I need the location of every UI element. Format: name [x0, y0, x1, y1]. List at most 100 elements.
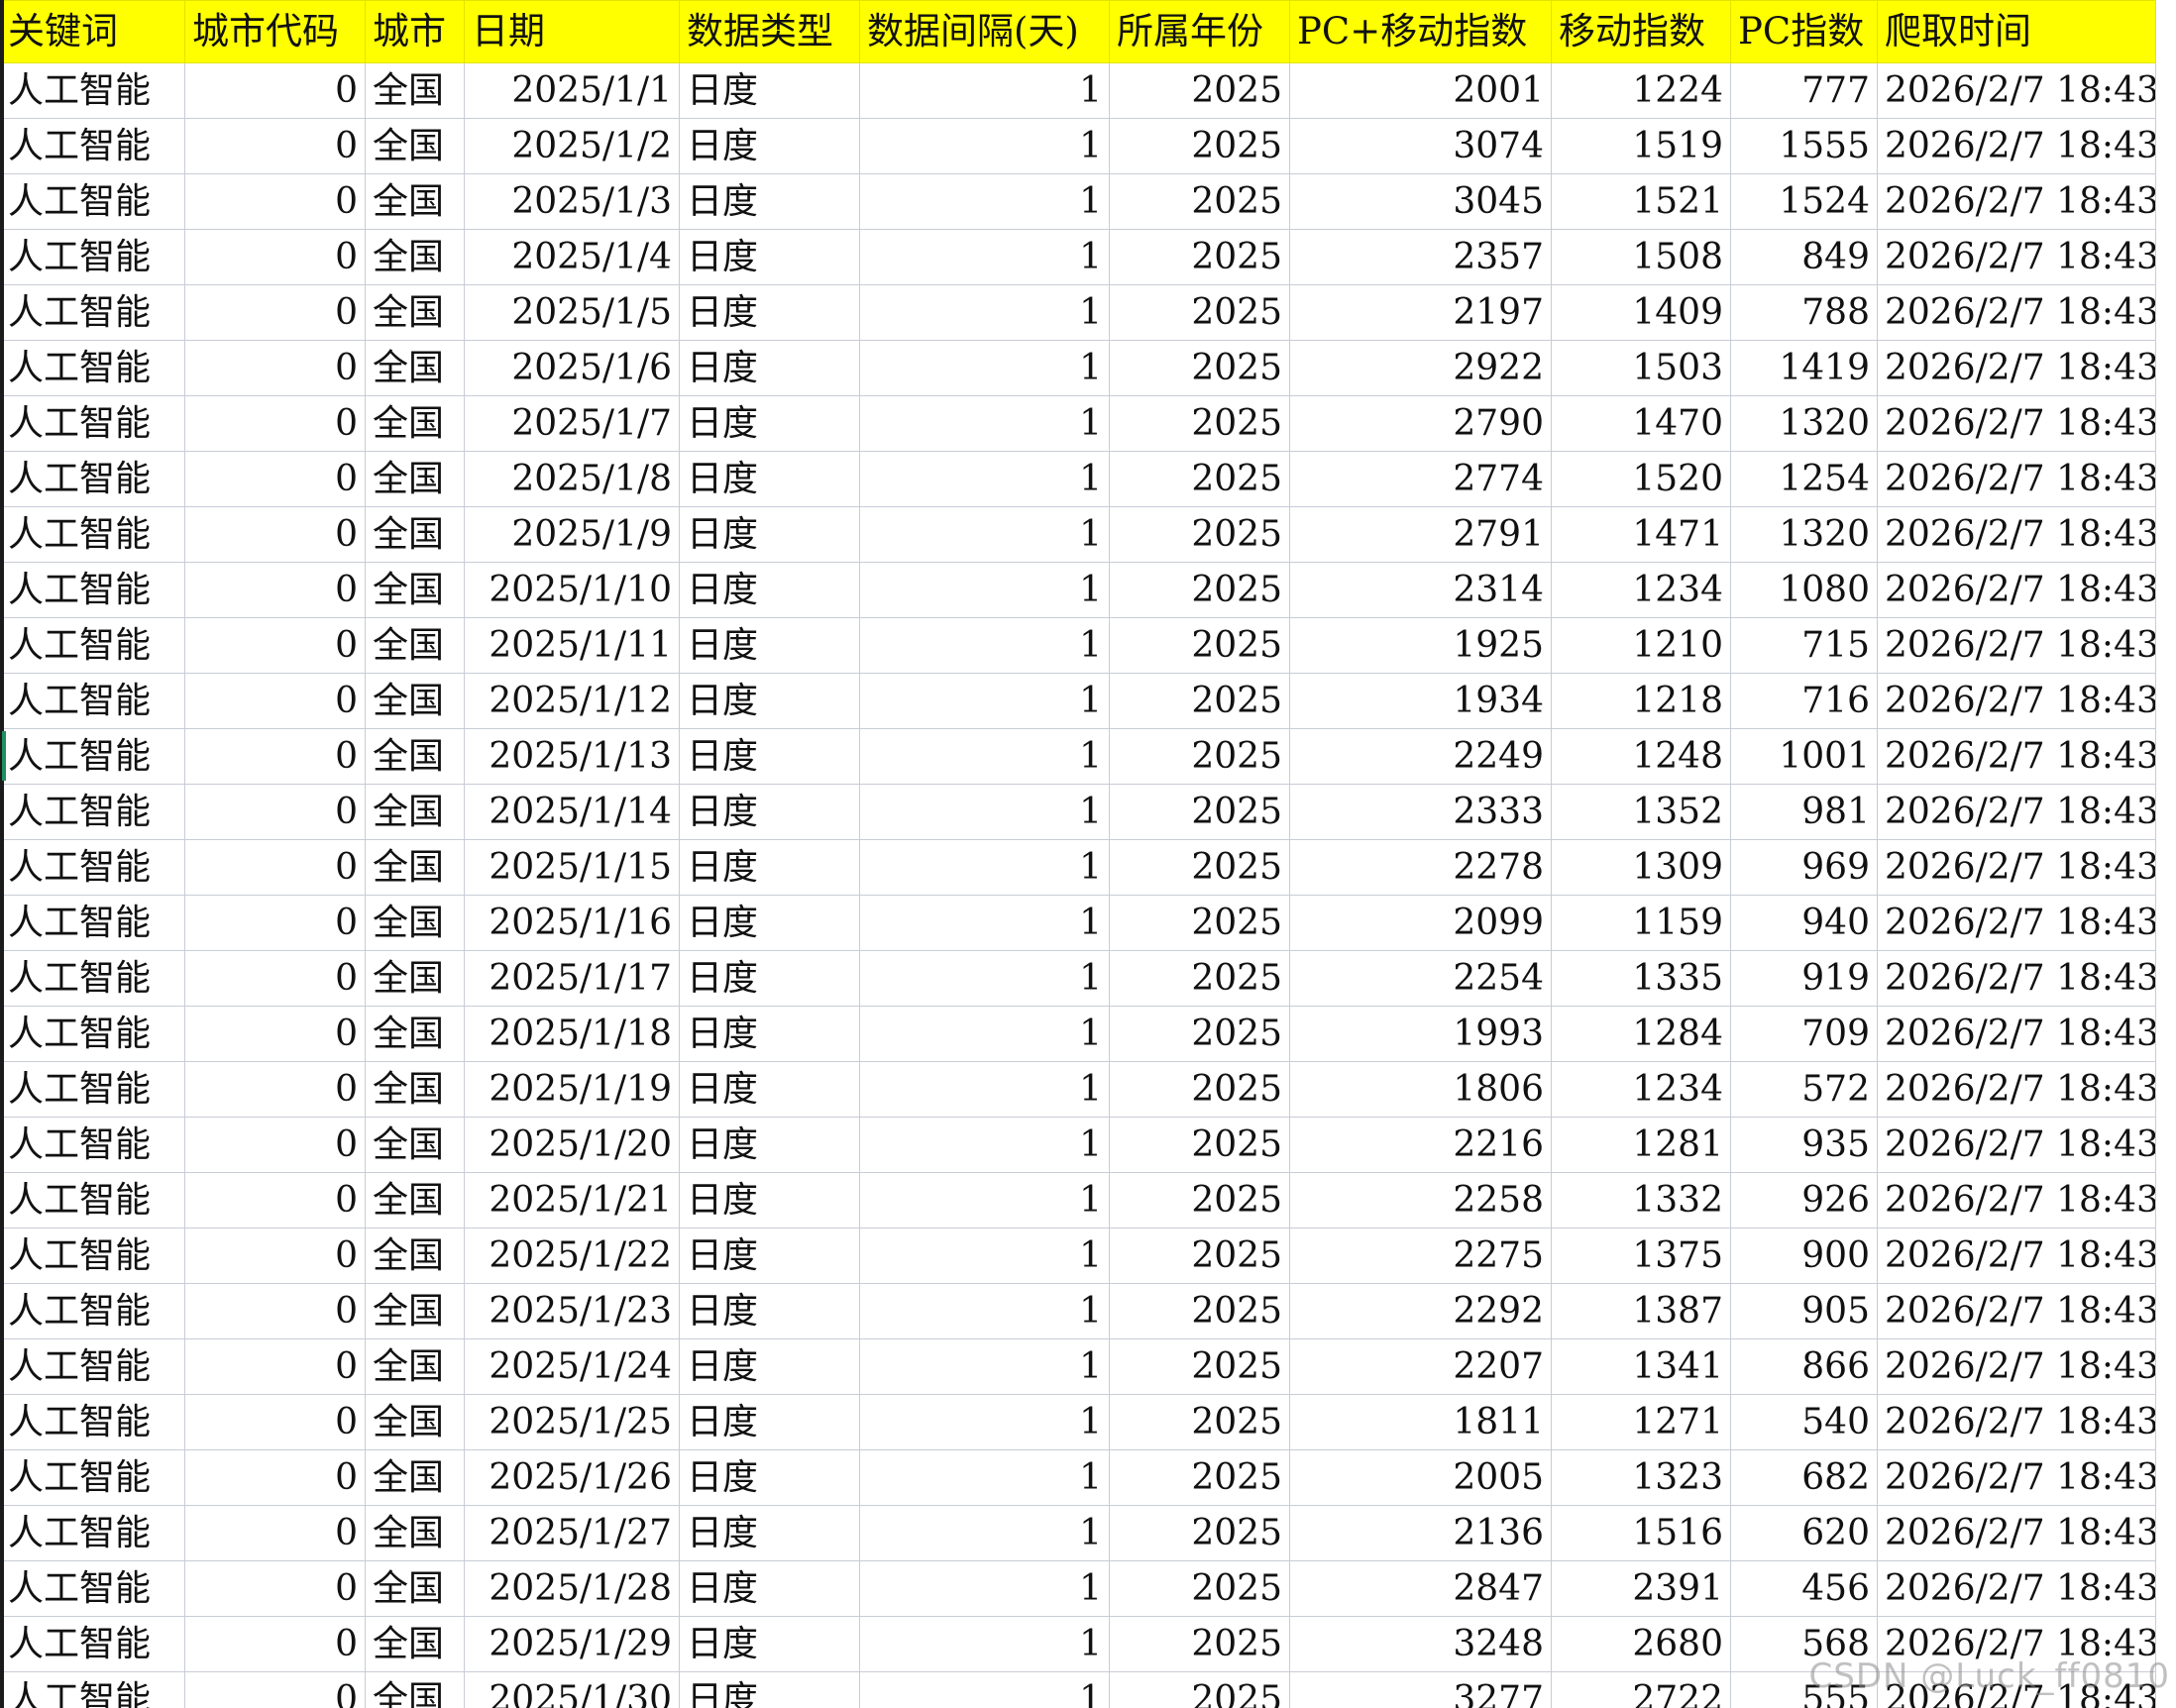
cell-pc-mobile-index[interactable]: 1925: [1289, 617, 1552, 674]
cell-interval[interactable]: 1: [859, 1505, 1110, 1561]
cell-pc-index[interactable]: 715: [1730, 617, 1878, 674]
cell-year[interactable]: 2025: [1109, 1228, 1290, 1284]
cell-year[interactable]: 2025: [1109, 1172, 1290, 1228]
cell-pc-mobile-index[interactable]: 2847: [1289, 1560, 1552, 1617]
cell-data-type[interactable]: 日度: [679, 1228, 860, 1284]
cell-crawl-time[interactable]: 2026/2/7 18:43: [1877, 1006, 2156, 1062]
cell-data-type[interactable]: 日度: [679, 62, 860, 119]
cell-pc-mobile-index[interactable]: 2099: [1289, 895, 1552, 951]
cell-year[interactable]: 2025: [1109, 839, 1290, 896]
cell-keyword[interactable]: 人工智能: [0, 895, 185, 951]
cell-pc-mobile-index[interactable]: 1993: [1289, 1006, 1552, 1062]
cell-city-code[interactable]: 0: [184, 1117, 366, 1173]
cell-city-code[interactable]: 0: [184, 1061, 366, 1118]
cell-year[interactable]: 2025: [1109, 895, 1290, 951]
cell-data-type[interactable]: 日度: [679, 173, 860, 230]
cell-pc-mobile-index[interactable]: 2292: [1289, 1283, 1552, 1339]
cell-crawl-time[interactable]: 2026/2/7 18:43: [1877, 1338, 2156, 1395]
cell-crawl-time[interactable]: 2026/2/7 18:43: [1877, 1172, 2156, 1228]
cell-city[interactable]: 全国: [365, 1671, 465, 1708]
header-cell-interval[interactable]: 数据间隔(天): [859, 0, 1110, 63]
cell-year[interactable]: 2025: [1109, 1505, 1290, 1561]
cell-date[interactable]: 2025/1/11: [464, 617, 680, 674]
cell-city-code[interactable]: 0: [184, 395, 366, 452]
cell-pc-index[interactable]: 572: [1730, 1061, 1878, 1118]
cell-interval[interactable]: 1: [859, 1616, 1110, 1672]
header-cell-date[interactable]: 日期: [464, 0, 680, 63]
cell-data-type[interactable]: 日度: [679, 728, 860, 785]
cell-city-code[interactable]: 0: [184, 62, 366, 119]
cell-interval[interactable]: 1: [859, 1117, 1110, 1173]
cell-pc-index[interactable]: 456: [1730, 1560, 1878, 1617]
cell-data-type[interactable]: 日度: [679, 617, 860, 674]
cell-date[interactable]: 2025/1/5: [464, 284, 680, 341]
cell-pc-mobile-index[interactable]: 2357: [1289, 229, 1552, 285]
cell-city[interactable]: 全国: [365, 895, 465, 951]
cell-year[interactable]: 2025: [1109, 1671, 1290, 1708]
cell-year[interactable]: 2025: [1109, 1117, 1290, 1173]
cell-interval[interactable]: 1: [859, 506, 1110, 563]
cell-interval[interactable]: 1: [859, 673, 1110, 729]
cell-mobile-index[interactable]: 1520: [1551, 451, 1731, 507]
cell-keyword[interactable]: 人工智能: [0, 173, 185, 230]
cell-mobile-index[interactable]: 1210: [1551, 617, 1731, 674]
cell-pc-mobile-index[interactable]: 2005: [1289, 1449, 1552, 1506]
cell-city-code[interactable]: 0: [184, 1006, 366, 1062]
cell-keyword[interactable]: 人工智能: [0, 229, 185, 285]
cell-pc-mobile-index[interactable]: 3074: [1289, 118, 1552, 174]
cell-pc-mobile-index[interactable]: 2774: [1289, 451, 1552, 507]
cell-mobile-index[interactable]: 1503: [1551, 340, 1731, 396]
cell-pc-index[interactable]: 1419: [1730, 340, 1878, 396]
cell-mobile-index[interactable]: 1284: [1551, 1006, 1731, 1062]
cell-keyword[interactable]: 人工智能: [0, 395, 185, 452]
cell-pc-index[interactable]: 981: [1730, 784, 1878, 840]
cell-year[interactable]: 2025: [1109, 395, 1290, 452]
header-cell-city[interactable]: 城市: [365, 0, 465, 63]
cell-mobile-index[interactable]: 1508: [1551, 229, 1731, 285]
cell-mobile-index[interactable]: 1352: [1551, 784, 1731, 840]
cell-year[interactable]: 2025: [1109, 1338, 1290, 1395]
cell-city-code[interactable]: 0: [184, 118, 366, 174]
cell-data-type[interactable]: 日度: [679, 1006, 860, 1062]
cell-year[interactable]: 2025: [1109, 118, 1290, 174]
cell-pc-mobile-index[interactable]: 2333: [1289, 784, 1552, 840]
cell-date[interactable]: 2025/1/3: [464, 173, 680, 230]
cell-year[interactable]: 2025: [1109, 1283, 1290, 1339]
cell-city[interactable]: 全国: [365, 673, 465, 729]
unused-column-area[interactable]: [2155, 0, 2176, 1708]
cell-interval[interactable]: 1: [859, 395, 1110, 452]
cell-pc-index[interactable]: 905: [1730, 1283, 1878, 1339]
cell-date[interactable]: 2025/1/23: [464, 1283, 680, 1339]
cell-data-type[interactable]: 日度: [679, 284, 860, 341]
cell-city-code[interactable]: 0: [184, 229, 366, 285]
cell-interval[interactable]: 1: [859, 895, 1110, 951]
cell-keyword[interactable]: 人工智能: [0, 451, 185, 507]
cell-data-type[interactable]: 日度: [679, 340, 860, 396]
cell-mobile-index[interactable]: 1471: [1551, 506, 1731, 563]
cell-date[interactable]: 2025/1/22: [464, 1228, 680, 1284]
cell-date[interactable]: 2025/1/30: [464, 1671, 680, 1708]
cell-date[interactable]: 2025/1/4: [464, 229, 680, 285]
cell-date[interactable]: 2025/1/9: [464, 506, 680, 563]
cell-pc-index[interactable]: 1524: [1730, 173, 1878, 230]
cell-pc-index[interactable]: 716: [1730, 673, 1878, 729]
cell-keyword[interactable]: 人工智能: [0, 506, 185, 563]
cell-date[interactable]: 2025/1/24: [464, 1338, 680, 1395]
cell-year[interactable]: 2025: [1109, 1616, 1290, 1672]
cell-interval[interactable]: 1: [859, 1228, 1110, 1284]
cell-city[interactable]: 全国: [365, 229, 465, 285]
cell-city[interactable]: 全国: [365, 784, 465, 840]
cell-pc-mobile-index[interactable]: 2922: [1289, 340, 1552, 396]
cell-pc-mobile-index[interactable]: 1934: [1289, 673, 1552, 729]
cell-interval[interactable]: 1: [859, 1172, 1110, 1228]
cell-mobile-index[interactable]: 1519: [1551, 118, 1731, 174]
cell-date[interactable]: 2025/1/8: [464, 451, 680, 507]
cell-city-code[interactable]: 0: [184, 728, 366, 785]
cell-city-code[interactable]: 0: [184, 451, 366, 507]
cell-year[interactable]: 2025: [1109, 451, 1290, 507]
cell-pc-mobile-index[interactable]: 2197: [1289, 284, 1552, 341]
cell-keyword[interactable]: 人工智能: [0, 1449, 185, 1506]
cell-date[interactable]: 2025/1/12: [464, 673, 680, 729]
cell-interval[interactable]: 1: [859, 1061, 1110, 1118]
cell-year[interactable]: 2025: [1109, 950, 1290, 1007]
